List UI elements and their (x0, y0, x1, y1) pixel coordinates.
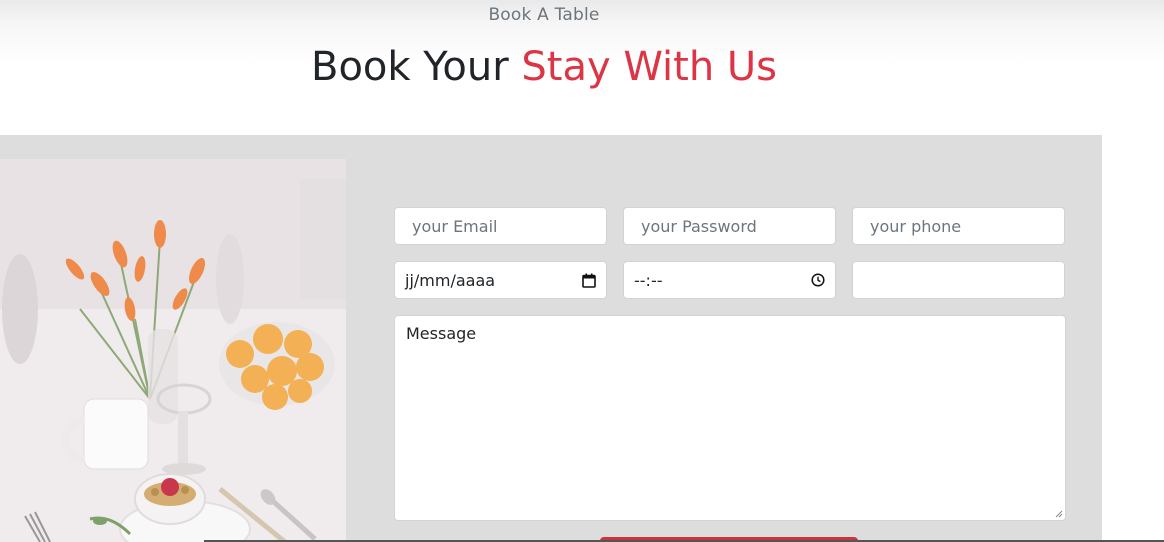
time-field[interactable]: --:-- (623, 261, 836, 299)
restaurant-table-photo (0, 159, 346, 542)
booking-page: Book A Table Book Your Stay With Us your… (0, 0, 1164, 542)
password-field[interactable]: your Password (623, 207, 836, 245)
booking-panel: your Email your Password your phone jj/m… (0, 135, 1102, 542)
date-value: jj/mm/aaaa (405, 270, 496, 290)
email-field[interactable]: your Email (394, 207, 607, 245)
message-placeholder: Message (406, 324, 477, 343)
phone-field[interactable]: your phone (852, 207, 1065, 245)
phone-placeholder: your phone (870, 216, 962, 236)
title-accent: Stay With Us (521, 44, 777, 90)
resize-handle-icon[interactable] (1054, 509, 1063, 518)
email-placeholder: your Email (412, 216, 498, 236)
extra-field[interactable] (852, 261, 1065, 299)
calendar-icon[interactable] (582, 273, 596, 288)
date-field[interactable]: jj/mm/aaaa (394, 261, 607, 299)
message-textarea[interactable]: Message (394, 315, 1066, 521)
table-setting-image (0, 159, 346, 542)
password-placeholder: your Password (641, 216, 757, 236)
page-title: Book Your Stay With Us (0, 41, 1088, 93)
time-value: --:-- (634, 270, 663, 290)
clock-icon[interactable] (811, 273, 825, 287)
title-main: Book Your (311, 44, 522, 90)
section-eyebrow: Book A Table (488, 5, 600, 25)
